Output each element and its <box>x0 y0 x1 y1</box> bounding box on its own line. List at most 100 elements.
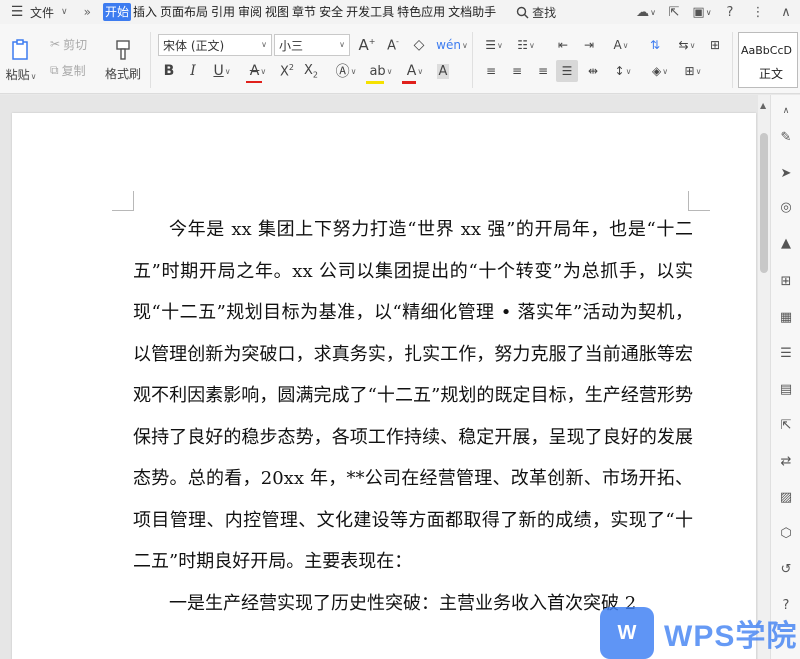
font-color-button[interactable]: A ∨ <box>400 60 430 82</box>
document-page[interactable]: 今年是 xx 集团上下努力打造“世界 xx 强”的开局年，也是“十二五”时期开局… <box>12 113 756 659</box>
collapse-sidebar-button[interactable]: ∧ <box>776 101 796 121</box>
italic-icon: I <box>190 63 196 79</box>
underline-button[interactable]: U ∨ <box>206 60 238 82</box>
share-icon: ⇱ <box>780 417 792 433</box>
share-button[interactable]: ⇱ <box>660 0 688 24</box>
superscript-button[interactable]: X2 <box>276 60 298 82</box>
font-size-value: 小三 <box>279 38 304 53</box>
line-spacing-button[interactable]: ↕ ∨ <box>608 60 638 82</box>
shading-button[interactable]: ◈ ∨ <box>644 60 676 82</box>
superscript-icon: X2 <box>280 62 294 80</box>
show-marks-button[interactable]: ⇆ ∨ <box>672 34 702 56</box>
shrink-font-button[interactable]: A- <box>382 34 404 56</box>
decrease-indent-button[interactable]: ⇤ <box>552 34 574 56</box>
copy-icon: ⧉ <box>50 62 59 77</box>
sidebar-shapes-button[interactable]: ◎ <box>776 197 796 217</box>
tab-page-layout[interactable]: 页面布局 <box>159 3 209 21</box>
search-label: 查找 <box>532 5 557 20</box>
scroll-up-icon[interactable]: ▲ <box>760 101 766 110</box>
margin-corner-top-left <box>112 191 134 211</box>
sidebar-settings-button[interactable]: ☰ <box>776 343 796 363</box>
text-effect-button[interactable]: Ⓐ ∨ <box>330 60 362 82</box>
sidebar-gallery-button[interactable]: ▤ <box>776 379 796 399</box>
tab-view[interactable]: 视图 <box>264 3 290 21</box>
font-name-select[interactable]: 宋体 (正文) ∨ <box>158 34 272 56</box>
brush-icon <box>116 39 130 60</box>
sidebar-select-button[interactable]: ➤ <box>776 163 796 183</box>
divider <box>732 32 733 88</box>
tab-home[interactable]: 开始 <box>102 3 131 21</box>
bold-button[interactable]: B <box>158 60 180 82</box>
sidebar-edit-button[interactable]: ✎ <box>776 127 796 147</box>
distributed-button[interactable]: ⇹ <box>582 60 604 82</box>
file-menu[interactable]: 文件 ∨ <box>30 4 68 21</box>
task-button[interactable]: ▣ ∨ <box>688 0 716 24</box>
paste-button[interactable]: 粘贴∨ <box>4 34 38 86</box>
sidebar-style-button[interactable]: ▲ <box>776 233 796 253</box>
cut-button[interactable]: ✂ 剪切 <box>50 34 87 54</box>
phonetic-button[interactable]: wén ∨ <box>436 34 468 56</box>
table-insert-button[interactable]: ⊞ <box>704 34 726 56</box>
more-tabs-button[interactable]: » <box>84 5 91 19</box>
chevron-down-icon: ∨ <box>30 71 37 81</box>
sidebar-security-button[interactable]: ⬡ <box>776 523 796 543</box>
subscript-button[interactable]: X2 <box>300 60 322 82</box>
bullet-list-button[interactable]: ☰ ∨ <box>480 34 508 56</box>
tab-developer[interactable]: 开发工具 <box>345 3 395 21</box>
increase-indent-button[interactable]: ⇥ <box>578 34 600 56</box>
char-shading-button[interactable]: A <box>432 60 454 82</box>
grow-font-button[interactable]: A+ <box>356 34 378 56</box>
sort-button[interactable]: ⇅ <box>644 34 666 56</box>
pencil-icon: ✎ <box>780 129 792 145</box>
sidebar-image-button[interactable]: ▨ <box>776 487 796 507</box>
search-button[interactable]: 查找 <box>516 4 556 21</box>
tab-special-apps[interactable]: 特色应用 <box>396 3 446 21</box>
task-icon: ▣ <box>692 4 705 20</box>
sidebar-history-button[interactable]: ↺ <box>776 559 796 579</box>
justify-button[interactable]: ☰ <box>556 60 578 82</box>
italic-button[interactable]: I <box>182 60 204 82</box>
char-shading-icon: A <box>436 63 450 79</box>
chevron-down-icon: ∨ <box>705 7 712 17</box>
document-body[interactable]: 今年是 xx 集团上下努力打造“世界 xx 强”的开局年，也是“十二五”时期开局… <box>133 209 693 624</box>
text-direction-button[interactable]: A ∨ <box>606 34 636 56</box>
sidebar-share-button[interactable]: ⇱ <box>776 415 796 435</box>
numbered-list-button[interactable]: ☷ ∨ <box>512 34 540 56</box>
chevron-down-icon: ∨ <box>689 40 696 50</box>
sidebar-table-button[interactable]: ⊞ <box>776 271 796 291</box>
translate-icon: ⇄ <box>780 453 792 469</box>
cursor-icon: ➤ <box>780 165 792 181</box>
copy-button[interactable]: ⧉ 复制 <box>50 60 86 80</box>
font-size-select[interactable]: 小三 ∨ <box>274 34 350 56</box>
collapse-ribbon-button[interactable]: ∧ <box>772 0 800 24</box>
highlight-button[interactable]: ab ∨ <box>364 60 398 82</box>
scissors-icon: ✂ <box>50 37 61 51</box>
align-center-button[interactable]: ≡ <box>506 60 528 82</box>
borders-button[interactable]: ⊞ ∨ <box>678 60 708 82</box>
chevron-down-icon: ∨ <box>61 7 68 17</box>
vertical-scrollbar[interactable]: ▲ <box>758 95 770 659</box>
sidebar-translate-button[interactable]: ⇄ <box>776 451 796 471</box>
search-icon <box>516 6 529 18</box>
align-right-button[interactable]: ≡ <box>532 60 554 82</box>
strikethrough-button[interactable]: A ∨ <box>242 60 274 82</box>
align-left-button[interactable]: ≡ <box>480 60 502 82</box>
tab-insert[interactable]: 插入 <box>132 3 158 21</box>
tab-doc-assistant[interactable]: 文档助手 <box>447 3 497 21</box>
sidebar-apps-button[interactable]: ▦ <box>776 307 796 327</box>
ribbon-tabs: 开始 插入 页面布局 引用 审阅 视图 章节 安全 开发工具 特色应用 文档助手 <box>102 0 498 24</box>
menu-icon[interactable]: ☰ <box>8 0 26 24</box>
help-button[interactable]: ? <box>716 0 744 24</box>
sliders-icon: ☰ <box>780 345 792 361</box>
tab-security[interactable]: 安全 <box>318 3 344 21</box>
style-normal-preview[interactable]: AaBbCcD 正文 <box>738 32 798 88</box>
tab-section[interactable]: 章节 <box>291 3 317 21</box>
format-painter-button[interactable]: 格式刷 <box>104 34 142 86</box>
more-options-button[interactable]: ⋮ <box>744 0 772 24</box>
cloud-sync-button[interactable]: ☁ ∨ <box>632 0 660 24</box>
tab-references[interactable]: 引用 <box>210 3 236 21</box>
tab-review[interactable]: 审阅 <box>237 3 263 21</box>
clear-format-button[interactable]: ◇ <box>408 34 430 56</box>
style-preview-text: AaBbCcD <box>741 44 792 57</box>
scrollbar-thumb[interactable] <box>760 133 768 273</box>
